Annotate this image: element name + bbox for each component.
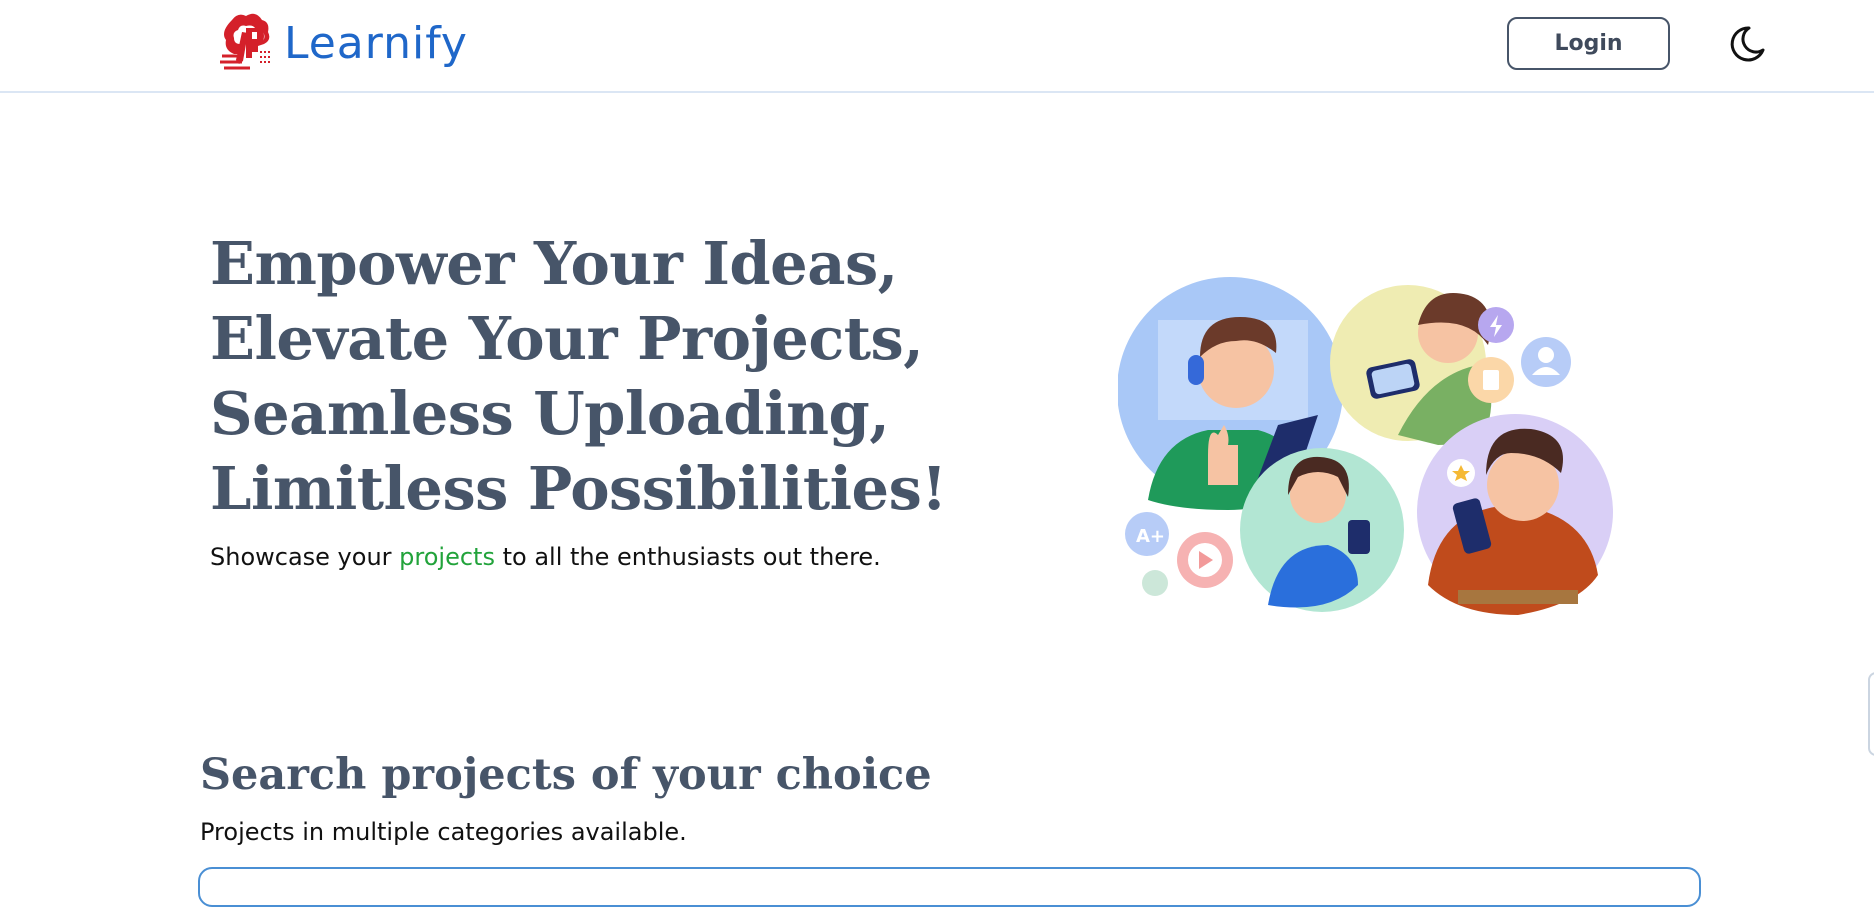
svg-text:A+: A+: [1136, 526, 1165, 547]
people-using-devices-illustration: A+: [1118, 277, 1613, 615]
hero-heading-line: Seamless Uploading,: [210, 379, 890, 448]
hero-heading-line: Empower Your Ideas,: [210, 229, 898, 298]
moon-icon[interactable]: [1727, 24, 1767, 64]
login-button[interactable]: Login: [1507, 17, 1670, 70]
hero-heading-line: Elevate Your Projects,: [210, 304, 924, 373]
logo-icon: [220, 13, 270, 70]
hero-heading-line: Limitless Possibilities!: [210, 454, 947, 523]
hero-heading: Empower Your Ideas, Elevate Your Project…: [210, 226, 1030, 526]
top-navbar: Learnify Login: [0, 0, 1874, 93]
search-section-title: Search projects of your choice: [200, 750, 932, 800]
hero-subtitle-post: to all the enthusiasts out there.: [494, 543, 881, 571]
hero-subtitle-pre: Showcase your: [210, 543, 400, 571]
hero-subtitle: Showcase your projects to all the enthus…: [210, 543, 881, 571]
project-search-input[interactable]: [198, 867, 1701, 907]
side-drawer-handle[interactable]: [1868, 672, 1874, 756]
hero-subtitle-highlight: projects: [399, 543, 495, 571]
brand-name: Learnify: [284, 17, 468, 69]
search-section-subtitle: Projects in multiple categories availabl…: [200, 818, 687, 846]
brand-logo[interactable]: Learnify: [218, 10, 468, 76]
